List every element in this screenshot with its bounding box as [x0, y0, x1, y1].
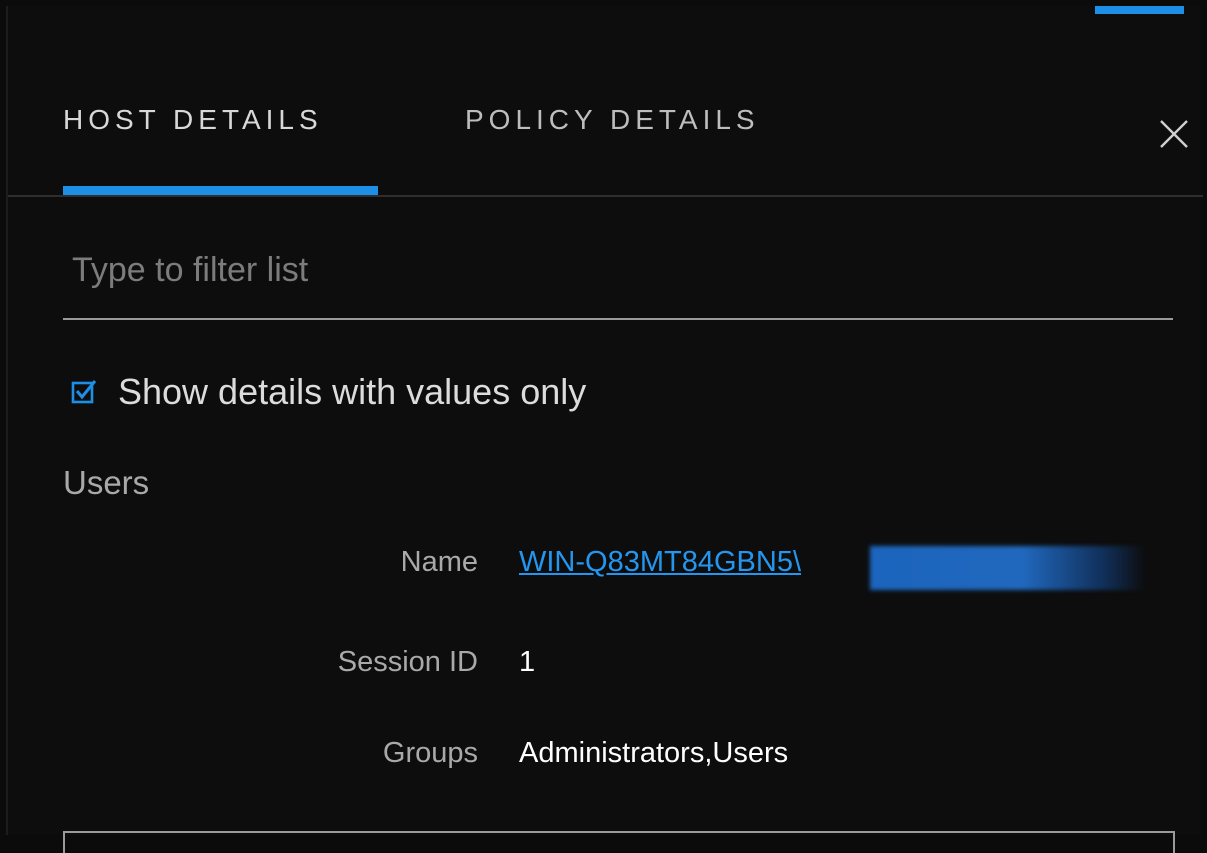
close-icon: [1160, 120, 1188, 148]
tab-bar: HOST DETAILS POLICY DETAILS: [8, 6, 1203, 197]
checkbox-label: Show details with values only: [118, 371, 587, 412]
user-name-link[interactable]: WIN-Q83MT84GBN5\: [519, 546, 801, 579]
close-button[interactable]: [1156, 116, 1192, 152]
detail-value: 1: [519, 646, 536, 678]
tabs-divider: [8, 195, 1203, 197]
detail-row-groups: Groups Administrators,Users: [8, 737, 1203, 781]
next-section-box: [63, 831, 1175, 853]
tab-host-details[interactable]: HOST DETAILS: [63, 104, 323, 136]
host-details-panel: HOST DETAILS POLICY DETAILS Show details…: [6, 6, 1203, 853]
redaction-mask: [870, 546, 1146, 590]
detail-row-session-id: Session ID 1: [8, 646, 1203, 690]
detail-label: Groups: [382, 737, 478, 769]
detail-label: Name: [400, 546, 478, 578]
filter-field: [63, 242, 1182, 320]
detail-label: Session ID: [337, 646, 478, 678]
detail-value: Administrators,Users: [519, 737, 789, 769]
tab-policy-details[interactable]: POLICY DETAILS: [465, 104, 760, 136]
filter-input[interactable]: [63, 242, 1182, 298]
show-values-only-checkbox[interactable]: Show details with values only: [70, 364, 586, 420]
checkbox-checked-icon[interactable]: [70, 378, 98, 406]
section-title-users: Users: [63, 464, 150, 501]
